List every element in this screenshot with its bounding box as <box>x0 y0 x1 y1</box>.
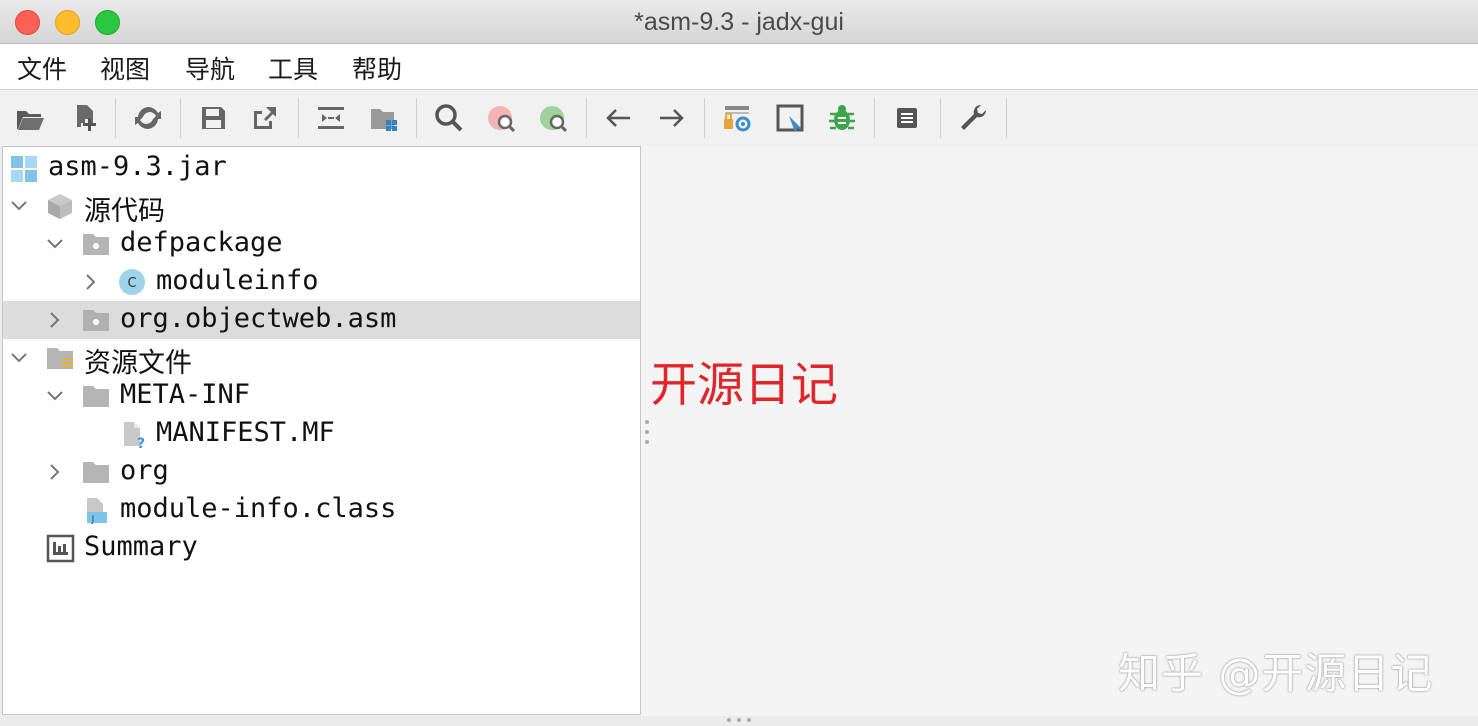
tree-node-label: MANIFEST.MF <box>156 417 335 448</box>
tree-node-label: moduleinfo <box>156 265 319 296</box>
toolbar-separator <box>180 98 181 138</box>
toolbar-separator <box>1006 98 1007 138</box>
tree-node-label: Summary <box>84 531 198 562</box>
tree-node[interactable]: C moduleinfo <box>3 263 640 301</box>
tree-node[interactable]: J module-info.class <box>3 491 640 529</box>
tree-node[interactable]: org <box>3 453 640 491</box>
log-viewer-icon[interactable] <box>770 98 810 138</box>
resources-folder-icon <box>47 348 73 369</box>
settings-wrench-icon[interactable] <box>953 98 993 138</box>
chevron-down-icon[interactable] <box>45 386 65 406</box>
toolbar-separator <box>704 98 705 138</box>
tree-node[interactable]: 源代码 <box>3 187 640 227</box>
search-icon[interactable] <box>429 98 469 138</box>
class-icon: C <box>119 269 145 295</box>
chevron-right-icon[interactable] <box>45 310 65 330</box>
tree-node-selected[interactable]: org.objectweb.asm <box>3 301 640 339</box>
unknown-file-icon: ? <box>124 422 145 449</box>
title-bar: *asm-9.3 - jadx-gui <box>0 0 1478 44</box>
editor-area <box>641 146 1478 716</box>
chevron-right-icon[interactable] <box>45 462 65 482</box>
package-folder-icon <box>83 310 109 331</box>
deobfuscation-icon[interactable] <box>717 98 757 138</box>
preferences-list-icon[interactable] <box>887 98 927 138</box>
svg-text:C: C <box>127 276 136 291</box>
flatten-icon[interactable] <box>311 98 351 138</box>
toolbar-separator <box>874 98 875 138</box>
tree-node-label: 源代码 <box>84 196 165 227</box>
forward-arrow-icon[interactable] <box>651 98 691 138</box>
tree-node-label: defpackage <box>120 227 283 258</box>
open-folder-icon[interactable] <box>10 98 50 138</box>
menu-help[interactable]: 帮助 <box>352 50 402 86</box>
watermark: 知乎 @开源日记 <box>1118 649 1434 698</box>
menu-navigation[interactable]: 导航 <box>185 50 235 86</box>
file-tree[interactable]: asm-9.3.jar 源代码 defpackage C moduleinfo … <box>2 146 641 715</box>
java-class-file-icon: J <box>87 498 107 525</box>
tree-node[interactable]: defpackage <box>3 225 640 263</box>
menu-view[interactable]: 视图 <box>100 50 150 86</box>
add-file-icon[interactable] <box>64 98 104 138</box>
tree-node[interactable]: asm-9.3.jar <box>3 149 640 187</box>
back-arrow-icon[interactable] <box>599 98 639 138</box>
tree-node-label: org <box>120 455 169 486</box>
chevron-down-icon[interactable] <box>9 348 29 368</box>
toolbar <box>0 90 1478 146</box>
tree-node[interactable]: ? MANIFEST.MF <box>3 415 640 453</box>
summary-icon <box>46 534 75 563</box>
toolbar-separator <box>298 98 299 138</box>
bottom-pane-divider-handle[interactable] <box>724 716 754 724</box>
package-icon[interactable] <box>364 98 404 138</box>
tree-node-label: module-info.class <box>120 493 397 524</box>
folder-icon <box>83 462 109 483</box>
sync-icon[interactable] <box>128 98 168 138</box>
tree-node[interactable]: Summary <box>3 529 640 567</box>
folder-icon <box>83 386 109 407</box>
menu-file[interactable]: 文件 <box>17 50 67 86</box>
overlay-caption: 开源日记 <box>650 358 838 413</box>
toolbar-separator <box>416 98 417 138</box>
toolbar-separator <box>115 98 116 138</box>
chevron-down-icon[interactable] <box>9 196 29 216</box>
class-search-icon[interactable] <box>482 98 522 138</box>
tree-node-label: asm-9.3.jar <box>48 151 227 182</box>
svg-text:?: ? <box>137 436 145 449</box>
tree-node-label: 资源文件 <box>84 348 192 379</box>
toolbar-separator <box>586 98 587 138</box>
menu-tools[interactable]: 工具 <box>268 50 318 86</box>
chevron-down-icon[interactable] <box>45 234 65 254</box>
debug-icon[interactable] <box>822 98 862 138</box>
toolbar-separator <box>940 98 941 138</box>
package-folder-icon <box>83 234 109 255</box>
usage-search-icon[interactable] <box>534 98 574 138</box>
save-icon[interactable] <box>193 98 233 138</box>
menu-bar: 文件 视图 导航 工具 帮助 <box>0 44 1478 90</box>
split-pane-divider-handle[interactable] <box>644 418 650 448</box>
svg-text:J: J <box>91 515 95 525</box>
chevron-right-icon[interactable] <box>81 272 101 292</box>
tree-node-label: META-INF <box>120 379 251 410</box>
source-package-icon <box>48 194 72 219</box>
tree-node[interactable]: 资源文件 <box>3 339 640 379</box>
window-title: *asm-9.3 - jadx-gui <box>634 8 844 36</box>
export-icon[interactable] <box>245 98 285 138</box>
jar-icon <box>11 156 37 182</box>
tree-node[interactable]: META-INF <box>3 377 640 415</box>
tree-node-label: org.objectweb.asm <box>120 303 397 334</box>
